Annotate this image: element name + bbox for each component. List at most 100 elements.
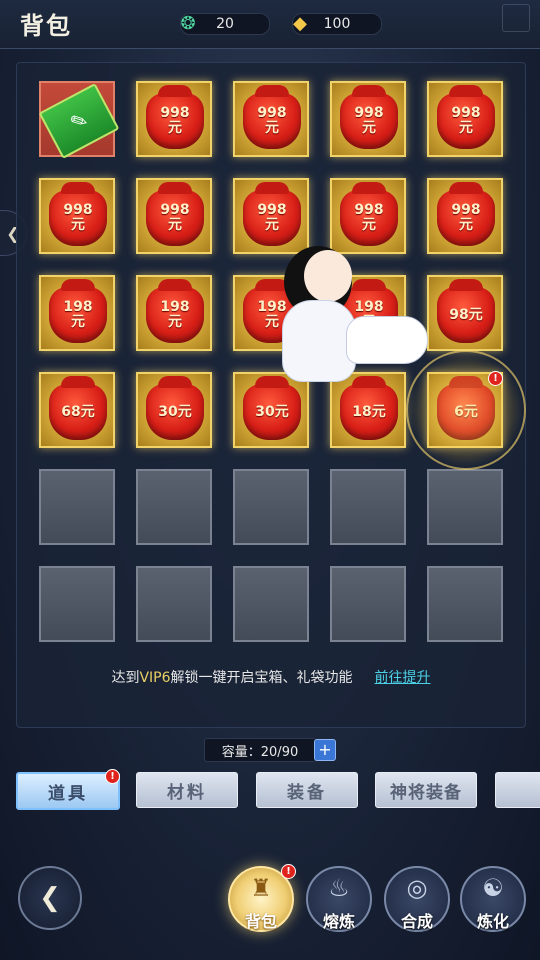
tab-general-equipment[interactable]: 神将装备 [375,772,477,808]
nav-synthesize[interactable]: ◎ 合成 [384,866,450,932]
tab-materials-label: 材料 [167,782,207,803]
tab-items-label: 道具 [48,783,88,804]
empty-slot[interactable] [136,469,212,545]
empty-slot[interactable] [136,566,212,642]
empty-slot[interactable] [330,469,406,545]
bag-value-label: 998 元 [451,202,481,233]
item-slot[interactable]: 198 元 [39,275,115,351]
red-gift-bag-icon: 998 元 [243,85,301,149]
item-slot[interactable]: 198 元 [330,275,406,351]
jade-icon: ❂ [180,12,196,34]
item-slot[interactable]: 30元 [136,372,212,448]
tab-more-partial[interactable] [495,772,540,808]
item-slot[interactable]: 30元 [233,372,309,448]
item-slot[interactable]: 18元 [330,372,406,448]
empty-slot[interactable] [39,469,115,545]
empty-slot[interactable] [233,469,309,545]
category-tabs: 道具 ! 材料 装备 神将装备 [16,769,540,810]
tab-equipment[interactable]: 装备 [256,772,358,808]
notice-text: 解锁一键开启宝箱、礼袋功能 [170,670,353,686]
red-gift-bag-icon: 998 元 [437,85,495,149]
item-slot[interactable]: 998 元 [136,81,212,157]
bag-value-label: 198 元 [160,299,190,330]
red-gift-bag-icon: 998 元 [49,182,107,246]
bag-value-label: 998 元 [354,105,384,136]
bag-value-label: 198 元 [63,299,93,330]
vip-notice: 达到VIP6解锁一键开启宝箱、礼袋功能 前往提升 [17,667,525,687]
item-slot[interactable]: 998 元 [427,81,503,157]
red-gift-bag-icon: 98元 [437,279,495,343]
gold-currency[interactable]: ◆ 100 [292,13,382,35]
gold-ingot-icon: ◆ [293,12,307,34]
furnace-icon: ☯ [482,874,504,902]
empty-slot[interactable] [233,566,309,642]
nav-smelt[interactable]: ♨ 熔炼 [306,866,372,932]
red-gift-bag-icon: 998 元 [146,182,204,246]
nav-smelt-label: 熔炼 [322,912,355,931]
item-slot[interactable]: 998 元 [136,178,212,254]
red-gift-bag-icon: 18元 [340,376,398,440]
bag-value-label: 98元 [449,306,483,323]
item-slot[interactable]: 998 元 [330,81,406,157]
nav-bag-badge: ! [281,864,296,879]
bag-value-label: 998 元 [354,202,384,233]
tab-materials[interactable]: 材料 [136,772,238,808]
item-slot[interactable]: 98元 [427,275,503,351]
nav-synthesize-label: 合成 [400,912,433,931]
nav-bag-label: 背包 [244,912,277,931]
red-gift-bag-icon: 998 元 [146,85,204,149]
item-slot[interactable]: 998 元 [233,81,309,157]
selection-highlight [406,350,526,470]
bag-value-label: 198 元 [354,299,384,330]
top-bar: 背包 ❂ 20 ◆ 100 [0,0,540,49]
go-upgrade-link[interactable]: 前往提升 [375,670,431,686]
nav-refine-label: 炼化 [476,912,509,931]
red-gift-bag-icon: 998 元 [437,182,495,246]
item-slot[interactable]: ✎ [38,81,120,159]
red-gift-bag-icon: 198 元 [49,279,107,343]
bag-value-label: 68元 [61,403,95,420]
item-slot[interactable]: 998 元 [330,178,406,254]
item-slot[interactable]: 998 元 [233,178,309,254]
slot-alert-badge: ! [488,371,503,386]
expand-capacity-button[interactable]: + [314,739,336,761]
red-gift-bag-icon: 30元 [146,376,204,440]
empty-slot[interactable] [427,469,503,545]
tab-general-equipment-label: 神将装备 [390,782,462,803]
jade-currency[interactable]: ❂ 20 [180,13,270,35]
bag-value-label: 998 元 [451,105,481,136]
item-slot[interactable]: 198 元 [136,275,212,351]
item-slot[interactable]: 998 元 [427,178,503,254]
red-gift-bag-icon: 198 元 [146,279,204,343]
empty-slot[interactable] [427,566,503,642]
bag-value-label: 30元 [158,403,192,420]
notice-prefix: 达到 [111,670,140,686]
bag-value-label: 18元 [352,403,386,420]
corner-ornament [502,4,530,32]
bag-value-label: 998 元 [160,202,190,233]
red-gift-bag-icon: 198 元 [243,279,301,343]
item-slot[interactable]: 68元 [39,372,115,448]
vip-level: VIP6 [139,670,171,686]
red-gift-bag-icon: 998 元 [243,182,301,246]
bag-value-label: 198 元 [257,299,287,330]
swirl-icon: ◎ [406,874,428,902]
empty-slot[interactable] [39,566,115,642]
item-slot[interactable]: 998 元 [39,178,115,254]
bag-value-label: 998 元 [63,202,93,233]
tab-items-badge: ! [105,769,120,784]
red-gift-bag-icon: 30元 [243,376,301,440]
cauldron-icon: ♨ [328,874,350,902]
empty-slot[interactable] [330,566,406,642]
back-button[interactable]: ❮ [18,866,82,930]
red-gift-bag-icon: 68元 [49,376,107,440]
back-arrow-icon: ❮ [39,883,61,913]
red-gift-bag-icon: 998 元 [340,182,398,246]
green-ticket-icon: ✎ [38,83,120,159]
bag-icon: ♜ [250,874,272,902]
capacity-display: 容量：20/90 [204,738,316,762]
bag-value-label: 998 元 [257,105,287,136]
nav-refine[interactable]: ☯ 炼化 [460,866,526,932]
page-title: 背包 [20,11,72,40]
item-slot[interactable]: 198 元 [233,275,309,351]
